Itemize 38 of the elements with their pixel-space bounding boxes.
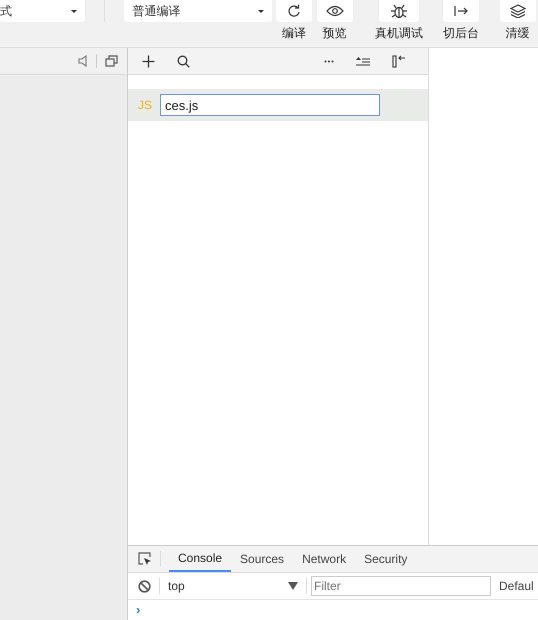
levels-select[interactable]: Defaul [499,579,534,593]
search-icon[interactable] [177,54,190,68]
caret-icon [71,10,78,12]
devtools-tab[interactable]: Security [355,547,416,571]
bug-icon [390,3,408,19]
window-icon [105,55,118,67]
exit-icon [453,5,470,17]
devtools-tab[interactable]: Console [169,546,232,572]
caret-icon [258,10,264,12]
panel-toggle-icon[interactable] [392,54,406,68]
mode-select[interactable]: 式 [0,0,86,22]
js-file-icon: JS [138,98,152,112]
layers-icon [510,4,526,18]
filter-field[interactable]: Filter [311,576,491,596]
toolbar-label: 清缓 [506,25,530,42]
add-icon[interactable] [142,54,155,68]
devtools-tab[interactable]: Sources [231,547,294,571]
toolbar-label: 真机调试 [374,25,423,42]
toolbar-button[interactable] [443,0,480,22]
collapse-icon[interactable] [356,56,370,66]
eye-icon [326,5,344,17]
more-icon[interactable] [324,60,334,62]
inspect-icon[interactable] [138,552,152,566]
context-select[interactable]: top [168,579,298,593]
rename-field[interactable]: ces.js [160,94,380,116]
toolbar-button[interactable] [500,0,536,22]
speaker-icon [78,55,88,67]
refresh-icon [286,4,301,18]
toolbar-button[interactable] [276,0,312,22]
toolbar-label: 预览 [322,25,347,42]
toolbar-label: 编译 [282,25,306,42]
devtools-tab[interactable]: Network [293,547,356,571]
toolbar-label: 切后台 [443,25,480,42]
clear-icon[interactable] [138,580,151,592]
toolbar-button[interactable] [378,0,419,22]
toolbar-button[interactable] [316,0,353,22]
compile-select[interactable]: 普通编译 [124,0,272,22]
prompt-icon: › [136,602,140,616]
